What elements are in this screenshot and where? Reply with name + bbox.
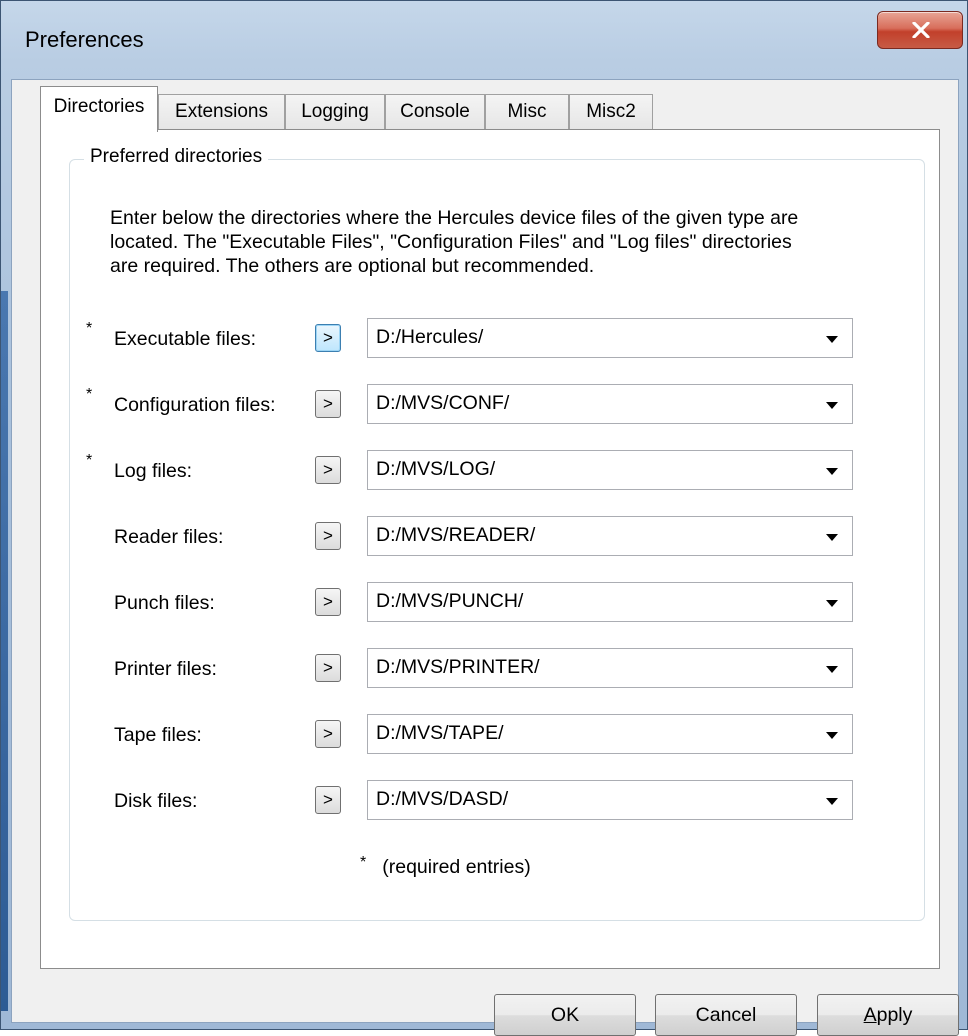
group-title: Preferred directories	[84, 146, 269, 168]
combo-value: D:/MVS/LOG/	[376, 458, 496, 480]
directory-combo[interactable]: D:/Hercules/	[367, 318, 853, 358]
tab-console[interactable]: Console	[385, 94, 485, 130]
intro-line: Enter below the directories where the He…	[110, 207, 799, 229]
combo-value: D:/MVS/CONF/	[376, 392, 510, 414]
directory-combo[interactable]: D:/MVS/PRINTER/	[367, 648, 853, 688]
browse-button[interactable]: >	[315, 720, 341, 748]
intro-line: are required. The others are optional bu…	[110, 255, 595, 277]
tab-page-directories: Preferred directories Enter below the di…	[40, 129, 940, 969]
close-x-icon	[912, 22, 930, 38]
dialog-window: Preferences Directories Extensions Loggi…	[0, 0, 968, 1036]
directory-row-executable: * Executable files: > D:/Hercules/	[70, 318, 926, 362]
directory-combo[interactable]: D:/MVS/CONF/	[367, 384, 853, 424]
chevron-down-icon[interactable]	[826, 468, 838, 475]
required-entries-note: * (required entries)	[360, 854, 531, 879]
browse-button[interactable]: >	[315, 786, 341, 814]
chevron-down-icon[interactable]	[826, 732, 838, 739]
title-bar[interactable]: Preferences	[1, 1, 968, 79]
combo-value: D:/Hercules/	[376, 326, 484, 348]
row-label: Executable files:	[114, 328, 256, 350]
directory-row-printer: Printer files: > D:/MVS/PRINTER/	[70, 648, 926, 692]
directory-combo[interactable]: D:/MVS/READER/	[367, 516, 853, 556]
required-marker: *	[86, 386, 93, 403]
directory-combo[interactable]: D:/MVS/TAPE/	[367, 714, 853, 754]
dialog-client-area: Directories Extensions Logging Console M…	[11, 79, 959, 1036]
directory-row-punch: Punch files: > D:/MVS/PUNCH/	[70, 582, 926, 626]
row-label: Printer files:	[114, 658, 217, 680]
tab-logging[interactable]: Logging	[285, 94, 385, 130]
combo-value: D:/MVS/DASD/	[376, 788, 509, 810]
directory-combo[interactable]: D:/MVS/LOG/	[367, 450, 853, 490]
combo-value: D:/MVS/TAPE/	[376, 722, 504, 744]
chevron-down-icon[interactable]	[826, 402, 838, 409]
browse-button[interactable]: >	[315, 522, 341, 550]
chevron-down-icon[interactable]	[826, 798, 838, 805]
preferred-directories-group: Preferred directories Enter below the di…	[69, 146, 926, 921]
chevron-down-icon[interactable]	[826, 600, 838, 607]
required-entries-text: (required entries)	[382, 856, 531, 878]
row-label: Configuration files:	[114, 394, 276, 416]
browse-button[interactable]: >	[315, 654, 341, 682]
chevron-down-icon[interactable]	[826, 666, 838, 673]
combo-value: D:/MVS/PRINTER/	[376, 656, 540, 678]
tab-misc2[interactable]: Misc2	[569, 94, 653, 130]
directory-row-reader: Reader files: > D:/MVS/READER/	[70, 516, 926, 560]
intro-line: located. The "Executable Files", "Config…	[110, 231, 792, 253]
window-title: Preferences	[25, 27, 144, 52]
row-label: Reader files:	[114, 526, 224, 548]
row-label: Tape files:	[114, 724, 202, 746]
browse-button[interactable]: >	[315, 456, 341, 484]
row-label: Punch files:	[114, 592, 215, 614]
close-button[interactable]	[877, 11, 963, 49]
tab-misc[interactable]: Misc	[485, 94, 569, 130]
required-marker: *	[86, 320, 93, 337]
tab-directories[interactable]: Directories	[40, 86, 158, 132]
chevron-down-icon[interactable]	[826, 534, 838, 541]
directory-combo[interactable]: D:/MVS/DASD/	[367, 780, 853, 820]
directory-row-log: * Log files: > D:/MVS/LOG/	[70, 450, 926, 494]
row-label: Log files:	[114, 460, 193, 482]
row-label: Disk files:	[114, 790, 198, 812]
browse-button[interactable]: >	[315, 390, 341, 418]
window-edge-accent	[1, 291, 8, 1011]
intro-text: Enter below the directories where the He…	[110, 206, 900, 278]
combo-value: D:/MVS/PUNCH/	[376, 590, 524, 612]
tab-extensions[interactable]: Extensions	[158, 94, 285, 130]
directory-combo[interactable]: D:/MVS/PUNCH/	[367, 582, 853, 622]
directory-row-tape: Tape files: > D:/MVS/TAPE/	[70, 714, 926, 758]
chevron-down-icon[interactable]	[826, 336, 838, 343]
required-marker: *	[86, 452, 93, 469]
combo-value: D:/MVS/READER/	[376, 524, 536, 546]
browse-button[interactable]: >	[315, 588, 341, 616]
directory-row-configuration: * Configuration files: > D:/MVS/CONF/	[70, 384, 926, 428]
directory-row-disk: Disk files: > D:/MVS/DASD/	[70, 780, 926, 824]
required-marker: *	[360, 854, 367, 871]
browse-button[interactable]: >	[315, 324, 341, 352]
